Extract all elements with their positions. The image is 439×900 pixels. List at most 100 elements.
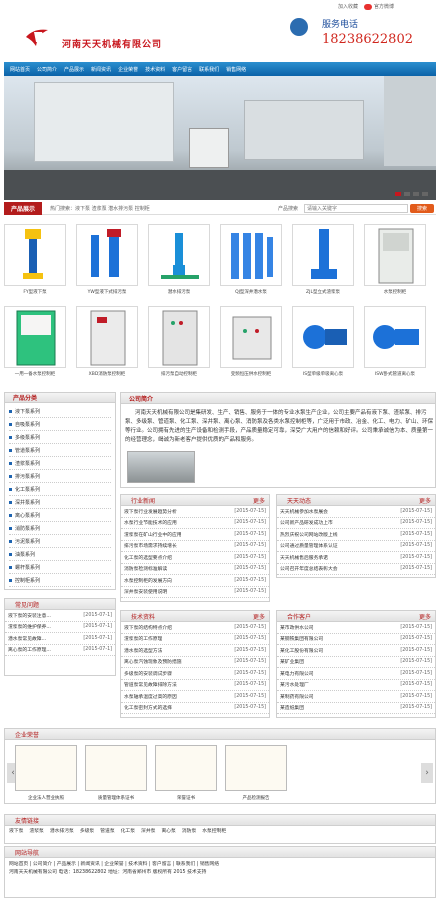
client-row[interactable]: 某污水处理厂 [2015-07-15] [277,680,435,691]
category-item[interactable]: 管道泵系列 [9,444,111,457]
product-card[interactable]: QJ型深井潜水泵 [220,224,282,298]
friend-link[interactable]: 多级泵 [80,828,94,835]
category-item[interactable]: 多级泵系列 [9,431,111,444]
category-item[interactable]: 化工泵系列 [9,483,111,496]
slider-dot[interactable] [413,192,419,196]
news-row[interactable]: 液下泵行业发展趋势分析 [2015-07-15] [121,506,269,518]
category-item[interactable]: 自吸泵系列 [9,418,111,431]
news-row[interactable]: 水泵控制柜的发展方向 [2015-07-15] [121,575,269,587]
chevron-right-icon[interactable]: › [421,763,433,783]
faq-row[interactable]: 液下泵的安装注意... [2015-07-1] [5,610,115,622]
search-input[interactable] [304,204,408,213]
news-row[interactable]: 天天机械售后服务承诺 [2015-07-15] [277,552,435,564]
client-row[interactable]: 某市政供水公司 [2015-07-15] [277,622,435,634]
faq-row[interactable]: 渣浆泵的维护保养... [2015-07-1] [5,622,115,633]
certificate-image[interactable] [155,745,217,791]
category-item[interactable]: 深井泵系列 [9,496,111,509]
product-card[interactable]: ISW卧式管道离心泵 [364,306,426,380]
category-item[interactable]: 渣浆泵系列 [9,457,111,470]
product-card[interactable]: YW型液下式排污泵 [76,224,138,298]
category-item[interactable]: 污泥泵系列 [9,535,111,548]
more-link[interactable]: 更多 [253,612,265,621]
product-card[interactable]: 水泵控制柜 [364,224,426,298]
category-item[interactable]: 离心泵系列 [9,509,111,522]
product-card[interactable]: XBD消防泵控制柜 [76,306,138,380]
news-row[interactable]: 液下泵的结构特点介绍 [2015-07-15] [121,622,269,634]
product-card[interactable]: 变频恒压供水控制柜 [220,306,282,380]
category-item[interactable]: 油泵系列 [9,548,111,561]
hot-keywords[interactable]: 热门搜索：液下泵 渣浆泵 潜水排污泵 控制柜 [50,205,150,212]
news-row[interactable]: 渣浆泵在矿山行业中的应用 [2015-07-15] [121,529,269,541]
product-card[interactable]: 潜水排污泵 [148,224,210,298]
weibo-link[interactable]: 官方微博 [364,3,394,10]
news-row[interactable]: 渣浆泵的工作原理 [2015-07-15] [121,634,269,645]
friend-link[interactable]: 渣浆泵 [29,828,43,835]
news-row[interactable]: 多级泵的安装调试步骤 [2015-07-15] [121,668,269,680]
client-row[interactable]: 某钢铁集团有限公司 [2015-07-15] [277,634,435,645]
banner-image[interactable] [4,76,436,200]
client-row[interactable]: 某化工股份有限公司 [2015-07-15] [277,645,435,657]
category-item[interactable]: 液下泵系列 [9,405,111,418]
search-button[interactable]: 搜索 [410,204,434,213]
add-favorite-link[interactable]: 加入收藏 [338,3,358,10]
news-row[interactable]: 管道泵常见故障排除方法 [2015-07-15] [121,680,269,691]
slider-dot[interactable] [395,192,401,196]
more-link[interactable]: 更多 [419,496,431,505]
news-row[interactable]: 排污泵市场需求持续增长 [2015-07-15] [121,541,269,552]
news-row[interactable]: 公司通过质量管理体系认证 [2015-07-15] [277,541,435,552]
news-row[interactable]: 化工泵密封方式的选择 [2015-07-15] [121,703,269,714]
friend-link[interactable]: 液下泵 [9,828,23,835]
nav-contact[interactable]: 联系我们 [199,66,219,73]
news-row[interactable]: 水泵行业节能技术的应用 [2015-07-15] [121,518,269,529]
product-card[interactable]: FY型液下泵 [4,224,66,298]
news-row[interactable]: 热烈庆祝公司网站改版上线 [2015-07-15] [277,529,435,541]
client-row[interactable]: 某制药有限公司 [2015-07-15] [277,691,435,703]
nav-news[interactable]: 新闻资讯 [91,66,111,73]
news-row[interactable]: 离心泵汽蚀现象及预防措施 [2015-07-15] [121,657,269,668]
friend-link[interactable]: 离心泵 [161,828,175,835]
slider-dot[interactable] [404,192,410,196]
news-row[interactable]: 深井泵安装使用说明 [2015-07-15] [121,587,269,598]
nav-message[interactable]: 客户留言 [172,66,192,73]
category-item[interactable]: 排污泵系列 [9,470,111,483]
client-row[interactable]: 某电力有限公司 [2015-07-15] [277,668,435,680]
friend-link[interactable]: 化工泵 [121,828,135,835]
category-item[interactable]: 螺杆泵系列 [9,561,111,574]
faq-row[interactable]: 离心泵的工作原理... [2015-07-1] [5,645,115,656]
nav-network[interactable]: 销售网络 [226,66,246,73]
certificate-image[interactable] [85,745,147,791]
friend-link[interactable]: 水泵控制柜 [202,828,226,835]
client-row[interactable]: 某矿业集团 [2015-07-15] [277,657,435,668]
friend-link[interactable]: 消防泵 [182,828,196,835]
client-row[interactable]: 某造纸集团 [2015-07-15] [277,703,435,714]
certificate-image[interactable] [15,745,77,791]
news-row[interactable]: 公司召开年度总结表彰大会 [2015-07-15] [277,564,435,575]
news-row[interactable]: 消防泵检测标准解读 [2015-07-15] [121,564,269,575]
company-logo[interactable] [24,26,50,48]
faq-row[interactable]: 潜水泵常见故障... [2015-07-1] [5,633,115,645]
footer-nav[interactable]: 网站首页 | 公司简介 | 产品展示 | 新闻资讯 | 企业荣誉 | 技术资料 … [9,861,431,869]
friend-link[interactable]: 潜水排污泵 [50,828,74,835]
product-card[interactable]: IS型单级单吸离心泵 [292,306,354,380]
nav-honor[interactable]: 企业荣誉 [118,66,138,73]
product-card[interactable]: 排污泵自动控制柜 [148,306,210,380]
slider-dot[interactable] [422,192,428,196]
more-link[interactable]: 更多 [253,496,265,505]
category-item[interactable]: 控制柜系列 [9,574,111,587]
friend-link[interactable]: 深井泵 [141,828,155,835]
about-image[interactable] [127,451,195,483]
certificate-image[interactable] [225,745,287,791]
product-card[interactable]: 一用一备水泵控制柜 [4,306,66,380]
news-row[interactable]: 公司新产品研发成功上市 [2015-07-15] [277,518,435,529]
product-card[interactable]: ZJL型立式渣浆泵 [292,224,354,298]
news-row[interactable]: 水泵轴承温度过高的原因 [2015-07-15] [121,691,269,703]
nav-home[interactable]: 网站首页 [10,66,30,73]
category-item[interactable]: 消防泵系列 [9,522,111,535]
news-row[interactable]: 天天机械参加水泵展会 [2015-07-15] [277,506,435,518]
nav-products[interactable]: 产品展示 [64,66,84,73]
friend-link[interactable]: 管道泵 [100,828,114,835]
more-link[interactable]: 更多 [419,612,431,621]
nav-about[interactable]: 公司简介 [37,66,57,73]
nav-tech[interactable]: 技术资料 [145,66,165,73]
news-row[interactable]: 潜水泵的选型方法 [2015-07-15] [121,645,269,657]
